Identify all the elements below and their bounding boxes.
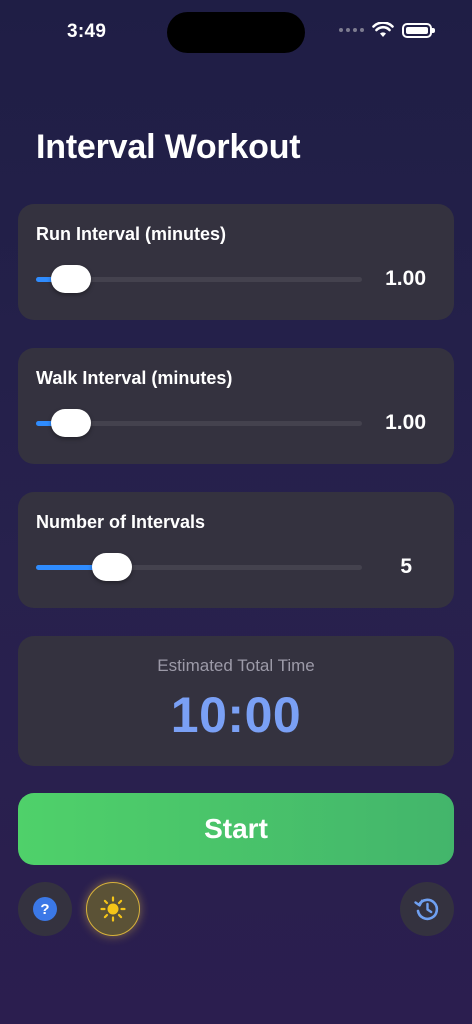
sun-icon	[100, 896, 126, 922]
walk-interval-slider[interactable]	[36, 409, 362, 437]
status-icons	[339, 22, 435, 38]
status-bar: 3:49	[0, 0, 472, 60]
number-of-intervals-slider[interactable]	[36, 553, 362, 581]
number-of-intervals-card: Number of Intervals 5	[18, 492, 454, 608]
slider-thumb[interactable]	[92, 553, 132, 581]
page-title: Interval Workout	[36, 128, 301, 166]
estimated-time-label: Estimated Total Time	[157, 656, 315, 675]
estimated-time-card: Estimated Total Time 10:00	[18, 636, 454, 766]
wifi-icon	[372, 22, 394, 37]
walk-interval-card: Walk Interval (minutes) 1.00	[18, 348, 454, 464]
status-time: 3:49	[67, 21, 107, 42]
walk-interval-label: Walk Interval (minutes)	[36, 368, 233, 388]
number-of-intervals-value: 5	[400, 555, 412, 578]
dynamic-island	[167, 12, 305, 53]
estimated-time-value: 10:00	[170, 687, 302, 743]
history-button[interactable]	[400, 882, 454, 936]
run-interval-label: Run Interval (minutes)	[36, 224, 227, 244]
run-interval-slider[interactable]	[36, 265, 362, 293]
walk-interval-value: 1.00	[385, 411, 426, 434]
theme-toggle-button[interactable]	[86, 882, 140, 936]
number-of-intervals-label: Number of Intervals	[36, 512, 206, 532]
help-button[interactable]: ?	[18, 882, 72, 936]
run-interval-value: 1.00	[385, 267, 426, 290]
run-interval-card: Run Interval (minutes) 1.00	[18, 204, 454, 320]
slider-thumb[interactable]	[51, 409, 92, 437]
battery-icon	[402, 22, 435, 38]
signal-dots-icon	[339, 28, 364, 32]
history-clock-icon	[414, 898, 439, 921]
question-circle-icon: ?	[33, 897, 57, 921]
slider-thumb[interactable]	[51, 265, 92, 293]
start-button[interactable]: Start	[18, 793, 454, 865]
